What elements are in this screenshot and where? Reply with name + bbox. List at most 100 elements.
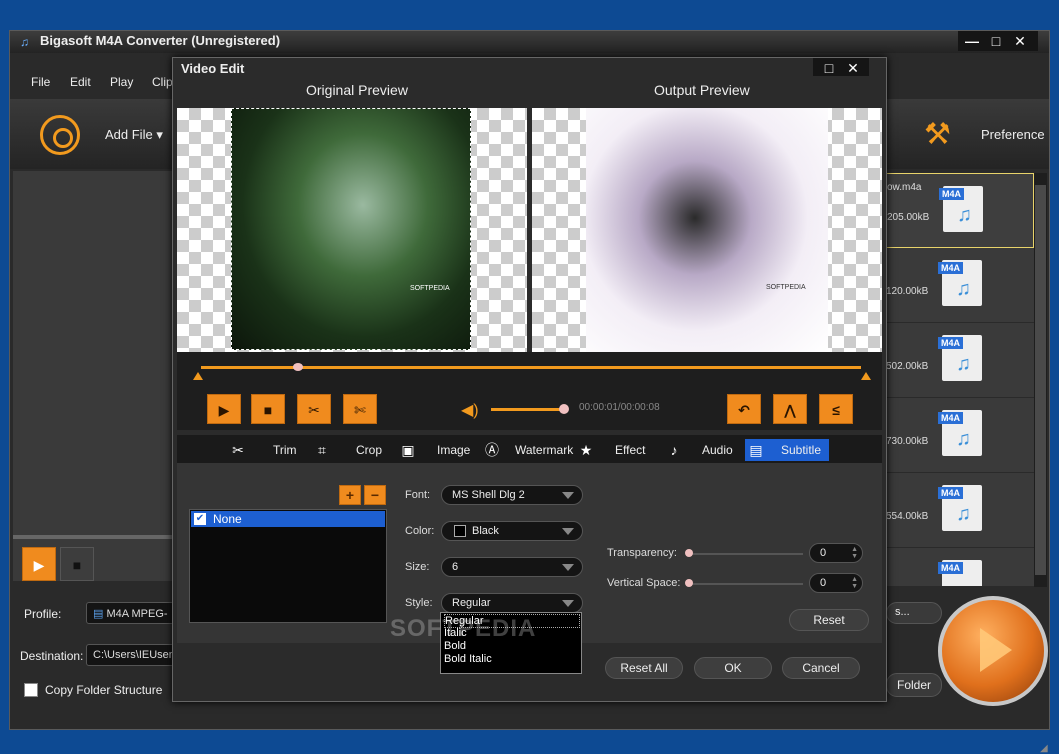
video-edit-dialog: Video Edit □ ✕ Original Preview Output P… [172,57,887,702]
subtitle-icon: ▤ [749,442,763,458]
volume-icon[interactable]: ◀) [461,400,479,420]
main-titlebar[interactable]: ♫ Bigasoft M4A Converter (Unregistered) … [10,31,1049,53]
list-item[interactable]: 502.00kB M4A ♫ [886,323,1034,398]
color-label: Color: [405,525,435,537]
tab-crop[interactable]: Crop [356,439,382,461]
add-file-button[interactable]: Add File ▾ [105,127,163,143]
play-button[interactable]: ▶ [207,394,241,424]
menu-clip[interactable]: Clip [152,75,173,89]
volume-slider[interactable] [491,408,561,411]
close-button[interactable]: ✕ [1010,32,1030,50]
copy-folder-structure-label: Copy Folder Structure [45,683,163,697]
chevron-down-icon [562,600,574,607]
menu-file[interactable]: File [31,75,50,89]
open-folder-button[interactable]: Folder [886,673,942,697]
timeline-playhead[interactable] [293,363,303,371]
spin-arrows-icon[interactable]: ▲ ▼ [851,576,858,590]
document-icon: ▤ [93,608,107,620]
m4a-file-icon: M4A [938,560,982,586]
tab-image[interactable]: Image [437,439,470,461]
file-list-scrollbar[interactable] [1034,173,1047,587]
trim-end-marker[interactable] [861,372,871,380]
list-item[interactable]: ow.m4a 205.00kB M4A ♫ [886,173,1034,248]
window-controls: — □ ✕ [958,31,1038,51]
style-select[interactable]: Regular [441,593,583,613]
cut-button[interactable]: ✂ [297,394,331,424]
m4a-file-icon: M4A ♫ [938,485,982,531]
main-play-button[interactable]: ▶ [22,547,56,581]
main-preview-area [13,171,173,581]
destination-field[interactable]: C:\Users\IEUser [86,644,176,666]
stop-button[interactable]: ■ [251,394,285,424]
remove-subtitle-button[interactable]: − [364,485,386,505]
list-item[interactable]: 730.00kB M4A ♫ [886,398,1034,473]
tab-watermark[interactable]: Watermark [515,439,573,461]
plus-icon: + [345,487,355,503]
subtitle-list: ✔ None [189,509,387,623]
app-icon: ♫ [20,35,29,49]
trim-start-marker[interactable] [193,372,203,380]
preference-button[interactable]: Preference [981,127,1045,142]
profile-settings-button[interactable]: s... [886,602,942,624]
flip-vertical-button[interactable]: ≤ [819,394,853,424]
undo-button[interactable]: ↶ [727,394,761,424]
output-preview: SOFTPEDIA [532,108,882,352]
minimize-button[interactable]: — [962,32,982,50]
main-seek-bar[interactable] [13,535,173,539]
profile-select[interactable]: ▤ M4A MPEG- [86,602,176,624]
dialog-close-button[interactable]: ✕ [843,59,863,77]
tab-audio[interactable]: Audio [702,439,733,461]
list-item[interactable]: 120.00kB M4A ♫ [886,248,1034,323]
color-select[interactable]: Black [441,521,583,541]
reset-all-button[interactable]: Reset All [605,657,683,679]
volume-slider-thumb[interactable] [559,404,569,414]
vertical-space-label: Vertical Space: [607,577,681,589]
size-select[interactable]: 6 [441,557,583,577]
font-label: Font: [405,489,431,501]
cancel-button[interactable]: Cancel [782,657,860,679]
style-label: Style: [405,597,433,609]
dialog-maximize-button[interactable]: □ [819,59,839,77]
add-subtitle-button[interactable]: + [339,485,361,505]
original-video-frame[interactable]: SOFTPEDIA [231,108,471,350]
flip-vertical-icon: ≤ [832,402,840,418]
menu-edit[interactable]: Edit [70,75,91,89]
tools-icon[interactable]: ⚒ [924,117,951,152]
tab-effect[interactable]: Effect [615,439,645,461]
transparency-slider[interactable] [689,553,803,555]
list-item[interactable]: ✔ None [191,511,385,527]
chevron-down-icon [562,528,574,535]
flip-horizontal-button[interactable]: ⋀ [773,394,807,424]
copy-folder-structure-checkbox[interactable] [24,683,38,697]
style-option-bold-italic[interactable]: Bold Italic [444,653,492,665]
menu-play[interactable]: Play [110,75,133,89]
scrollbar-thumb[interactable] [1035,185,1046,575]
font-select[interactable]: MS Shell Dlg 2 [441,485,583,505]
m4a-file-icon: M4A ♫ [939,186,983,232]
tab-trim[interactable]: Trim [273,439,297,461]
vertical-space-slider[interactable] [689,583,803,585]
list-item[interactable]: M4A [886,548,1034,587]
output-video-frame: SOFTPEDIA [586,108,828,352]
vertical-space-spinbox[interactable]: 0 ▲ ▼ [809,573,863,593]
transparency-slider-thumb[interactable] [685,549,693,557]
m4a-file-icon: M4A ♫ [938,335,982,381]
convert-button[interactable] [938,596,1048,706]
crop-icon: ⌗ [318,442,326,458]
profile-label: Profile: [24,607,62,621]
play-icon: ▶ [218,402,230,418]
subtitle-checkbox[interactable]: ✔ [194,513,206,525]
main-stop-button[interactable]: ■ [60,547,94,581]
subtitle-reset-button[interactable]: Reset [789,609,869,631]
maximize-button[interactable]: □ [986,32,1006,50]
list-item[interactable]: 554.00kB M4A ♫ [886,473,1034,548]
spin-arrows-icon[interactable]: ▲ ▼ [851,546,858,560]
transparency-spinbox[interactable]: 0 ▲ ▼ [809,543,863,563]
split-button[interactable]: ✄ [343,394,377,424]
film-reel-icon[interactable] [40,115,80,155]
resize-grip-icon[interactable]: ◢ [1040,743,1048,754]
ok-button[interactable]: OK [694,657,772,679]
softpedia-watermark: SOFTPEDIA [390,615,537,642]
vertical-space-slider-thumb[interactable] [685,579,693,587]
tab-subtitle[interactable]: Subtitle [781,439,821,461]
